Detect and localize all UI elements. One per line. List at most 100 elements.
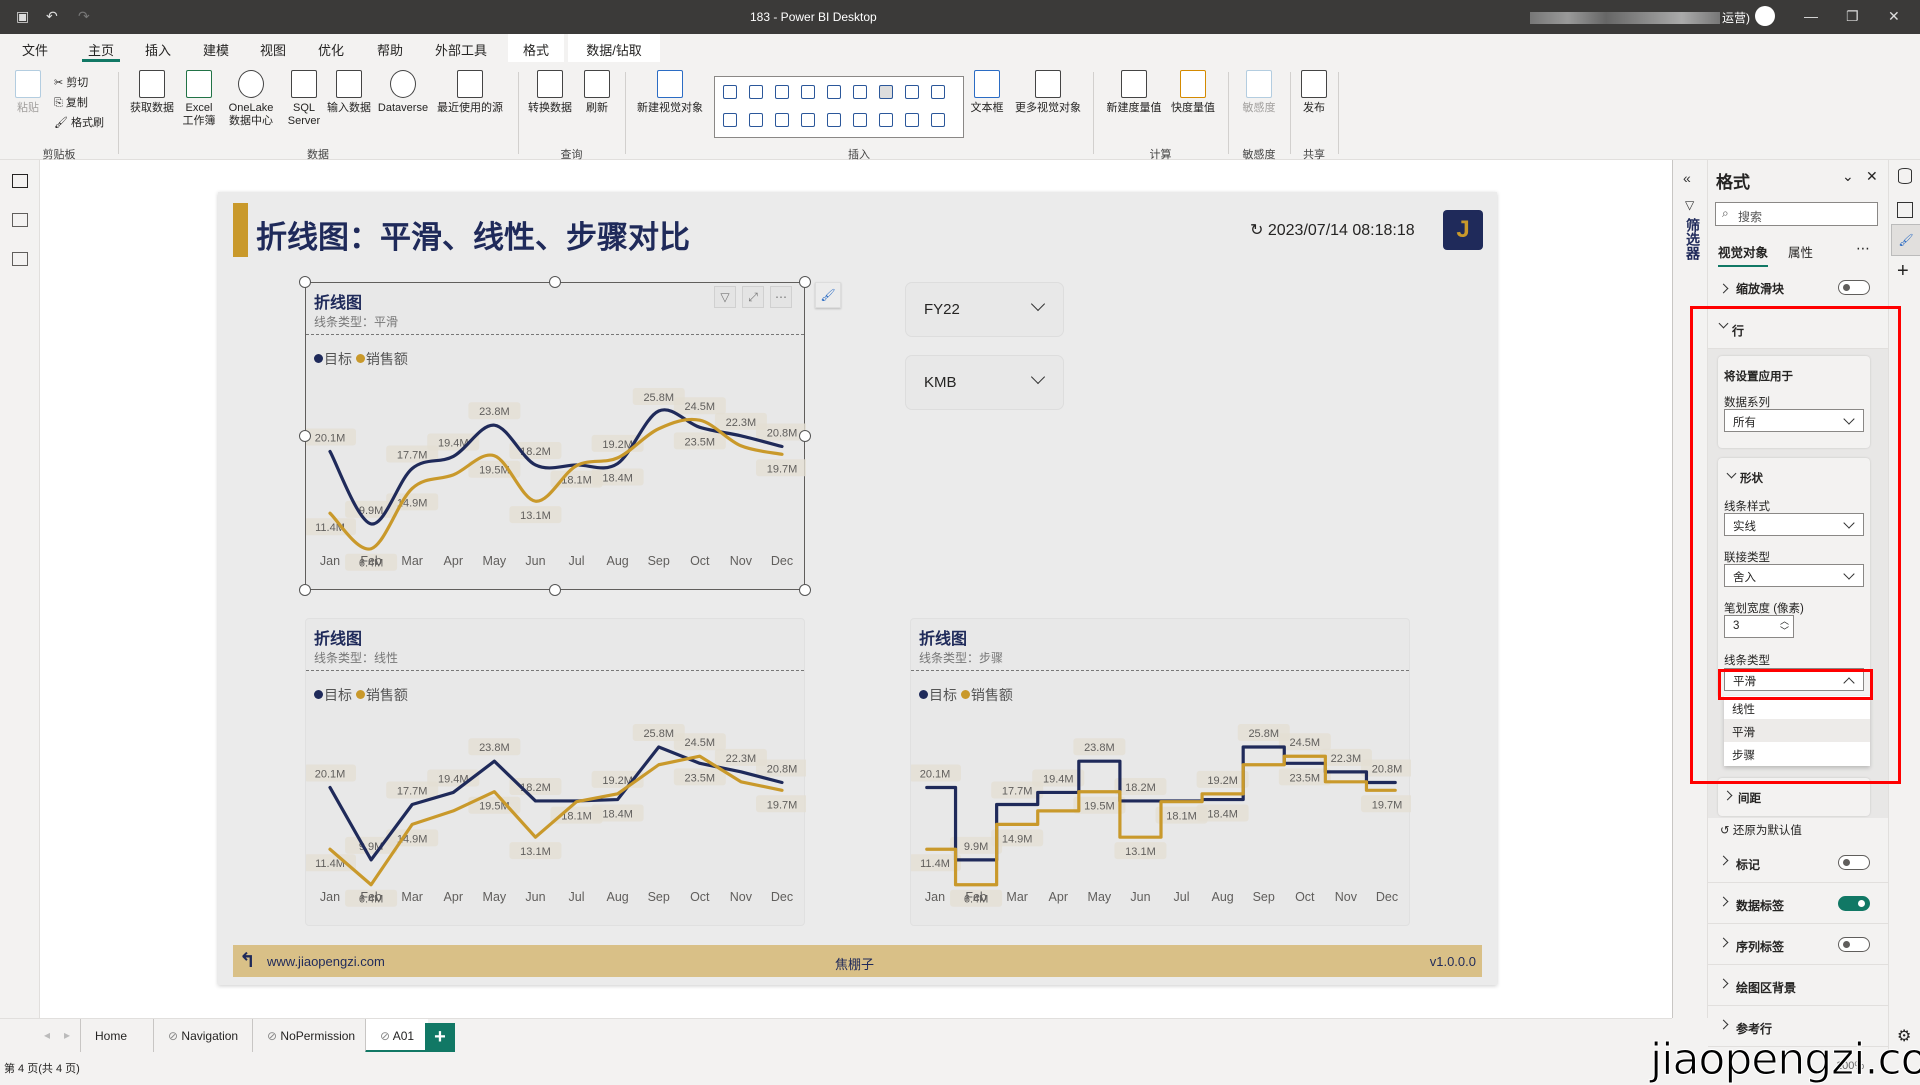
tab-external-tools[interactable]: 外部工具: [429, 40, 493, 62]
undo-icon[interactable]: ↶: [46, 8, 58, 25]
visual-type-icon[interactable]: [775, 85, 789, 99]
reset-defaults-button[interactable]: ↺ 还原为默认值: [1720, 822, 1802, 838]
resize-handle[interactable]: [799, 584, 811, 596]
visual-type-icon[interactable]: [853, 113, 867, 127]
visual-type-icon[interactable]: [931, 113, 945, 127]
restore-button[interactable]: ❐: [1846, 8, 1859, 25]
dataverse-button[interactable]: Dataverse: [376, 62, 430, 115]
enter-data-button[interactable]: 输入数据: [324, 62, 374, 115]
table-view-icon[interactable]: [12, 213, 28, 227]
close-button[interactable]: ✕: [1888, 8, 1900, 25]
resize-handle[interactable]: [799, 430, 811, 442]
account-icon[interactable]: [1755, 6, 1775, 26]
quick-measure-button[interactable]: 快度量值: [1166, 62, 1220, 115]
close-icon[interactable]: ✕: [1866, 168, 1878, 185]
section-series-labels[interactable]: 序列标签: [1708, 924, 1888, 965]
publish-button[interactable]: 发布: [1296, 62, 1332, 115]
add-page-button[interactable]: +: [425, 1023, 455, 1053]
page-tab-home[interactable]: Home: [80, 1019, 141, 1053]
page-tab-nopermission[interactable]: ⊘ NoPermission: [252, 1019, 369, 1053]
resize-handle[interactable]: [299, 276, 311, 288]
filters-label[interactable]: 筛选器: [1683, 218, 1703, 260]
redo-icon[interactable]: ↷: [78, 8, 90, 25]
textbox-button[interactable]: 文本框: [968, 62, 1006, 115]
sensitivity-button[interactable]: 敏感度: [1234, 62, 1284, 115]
visual-gallery[interactable]: [714, 76, 964, 138]
visual-type-icon[interactable]: [801, 85, 815, 99]
data-labels-toggle[interactable]: [1838, 896, 1870, 911]
paste-button[interactable]: 粘贴: [10, 62, 46, 115]
visual-type-icon[interactable]: [905, 85, 919, 99]
markers-toggle[interactable]: [1838, 855, 1870, 870]
footer-url[interactable]: www.jiaopengzi.com: [267, 954, 385, 969]
section-plot-background[interactable]: 绘图区背景: [1708, 965, 1888, 1006]
transform-data-button[interactable]: 转换数据: [524, 62, 576, 115]
collapse-chevron-icon[interactable]: ⌄: [1842, 168, 1854, 185]
section-data-labels[interactable]: 数据标签: [1708, 883, 1888, 924]
model-view-icon[interactable]: [12, 252, 28, 266]
visual-type-icon[interactable]: [905, 113, 919, 127]
copy-button[interactable]: ⎘ 复制: [54, 94, 88, 110]
unit-slicer[interactable]: KMB: [905, 355, 1064, 410]
get-data-button[interactable]: 获取数据: [126, 62, 178, 115]
visual-type-icon[interactable]: [827, 113, 841, 127]
minimize-button[interactable]: —: [1804, 8, 1818, 24]
section-markers[interactable]: 标记: [1708, 842, 1888, 883]
data-pane-icon[interactable]: [1898, 168, 1912, 184]
visual-type-icon[interactable]: [931, 85, 945, 99]
tab-modeling[interactable]: 建模: [197, 40, 235, 62]
page-tab-a01[interactable]: ⊘ A01: [365, 1019, 429, 1053]
series-labels-toggle[interactable]: [1838, 937, 1870, 952]
tab-format[interactable]: 格式: [508, 34, 564, 62]
sql-server-button[interactable]: SQL Server: [284, 62, 324, 128]
excel-button[interactable]: Excel 工作簿: [180, 62, 218, 128]
save-icon[interactable]: ▣: [16, 8, 29, 25]
resize-handle[interactable]: [299, 584, 311, 596]
add-pane-icon[interactable]: +: [1897, 260, 1909, 283]
search-input[interactable]: ⌕ 搜索: [1715, 202, 1878, 226]
tab-optimize[interactable]: 优化: [312, 40, 350, 62]
visual-type-icon[interactable]: [827, 85, 841, 99]
new-visual-button[interactable]: 新建视觉对象: [632, 62, 708, 115]
refresh-button[interactable]: 刷新: [580, 62, 614, 115]
build-visual-icon[interactable]: [1897, 202, 1913, 218]
tab-insert[interactable]: 插入: [139, 40, 177, 62]
resize-handle[interactable]: [549, 584, 561, 596]
section-zoom-slider[interactable]: 缩放滑块: [1708, 270, 1888, 304]
back-arrow-icon[interactable]: ↰: [239, 948, 256, 973]
onelake-button[interactable]: OneLake 数据中心: [222, 62, 280, 128]
linear-line-chart[interactable]: 折线图 线条类型：线性 目标 销售额 20.1M 9.9M 17.7M 19.4M 23.8…: [305, 618, 806, 926]
prev-page-icon[interactable]: ◂: [44, 1028, 50, 1042]
visual-type-icon[interactable]: [749, 113, 763, 127]
new-measure-button[interactable]: 新建度量值: [1102, 62, 1166, 115]
tab-file[interactable]: 文件: [16, 40, 54, 62]
page-tab-navigation[interactable]: ⊘ Navigation: [153, 1019, 252, 1053]
more-visuals-button[interactable]: 更多视觉对象: [1008, 62, 1088, 115]
recent-sources-button[interactable]: 最近使用的源: [432, 62, 508, 115]
tab-view[interactable]: 视图: [254, 40, 292, 62]
step-line-chart[interactable]: 折线图 线条类型：步骤 目标 销售额 20.1M 9.9M 17.7M 19.4M 23.8…: [910, 618, 1411, 926]
tab-home[interactable]: 主页: [82, 40, 121, 62]
format-painter-button[interactable]: 🖌 格式刷: [54, 114, 104, 130]
tab-help[interactable]: 帮助: [371, 40, 409, 62]
visual-type-icon[interactable]: [723, 113, 737, 127]
resize-handle[interactable]: [299, 430, 311, 442]
year-slicer[interactable]: FY22: [905, 282, 1064, 337]
visual-type-icon[interactable]: [879, 85, 893, 99]
tab-properties[interactable]: 属性: [1788, 242, 1813, 261]
cut-button[interactable]: ✂ 剪切: [54, 74, 88, 90]
visual-type-icon[interactable]: [879, 113, 893, 127]
tab-data-drill[interactable]: 数据/钻取: [568, 34, 660, 62]
more-options-icon[interactable]: ⋯: [1856, 240, 1870, 257]
smooth-line-chart[interactable]: ▽ ⤢ ⋯ 折线图 线条类型：平滑 目标 销售额 20.1M 9.9M 17.7M 19.…: [305, 282, 806, 590]
visual-type-icon[interactable]: [853, 85, 867, 99]
next-page-icon[interactable]: ▸: [64, 1028, 70, 1042]
resize-handle[interactable]: [549, 276, 561, 288]
tab-visual[interactable]: 视觉对象: [1718, 242, 1769, 267]
visual-type-icon[interactable]: [801, 113, 815, 127]
visual-type-icon[interactable]: [723, 85, 737, 99]
resize-handle[interactable]: [799, 276, 811, 288]
report-view-icon[interactable]: [12, 174, 28, 188]
visual-type-icon[interactable]: [749, 85, 763, 99]
zoom-slider-toggle[interactable]: [1838, 280, 1870, 295]
